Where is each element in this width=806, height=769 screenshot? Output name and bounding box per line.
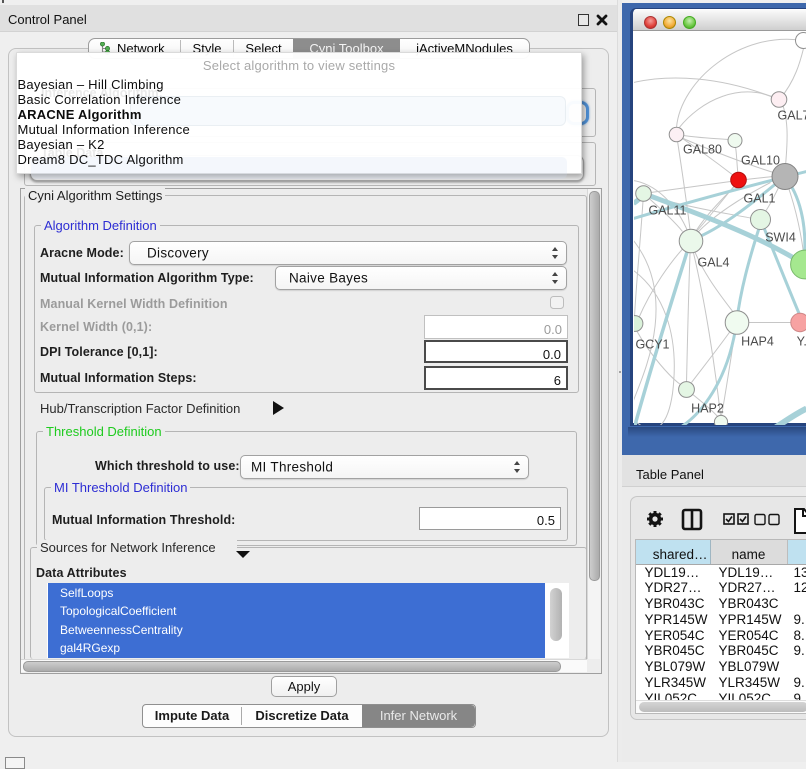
svg-text:GAL7: GAL7 xyxy=(777,108,806,122)
svg-text:HAP4: HAP4 xyxy=(741,334,774,348)
svg-text:HAP2: HAP2 xyxy=(691,401,724,415)
svg-text:GAL1: GAL1 xyxy=(743,191,775,205)
svg-text:GAL10: GAL10 xyxy=(741,153,780,167)
svg-text:GAL80: GAL80 xyxy=(683,142,722,156)
svg-text:GAL4: GAL4 xyxy=(697,255,729,269)
svg-text:Y..: Y.. xyxy=(796,334,806,348)
svg-text:GCY1: GCY1 xyxy=(635,337,669,351)
svg-text:SWI4: SWI4 xyxy=(765,230,796,244)
svg-text:GAL11: GAL11 xyxy=(648,203,686,217)
